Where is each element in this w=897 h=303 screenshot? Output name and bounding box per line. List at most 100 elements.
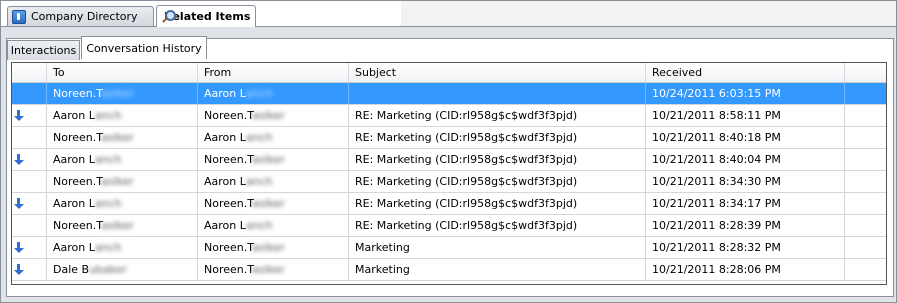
- subject-cell: RE: Marketing (CID:rl958g$c$wdf3f3pjd): [349, 193, 646, 214]
- to-cell: Dale Bubaker: [47, 259, 198, 280]
- tab-interactions[interactable]: Interactions: [7, 40, 80, 60]
- filler-cell: [845, 105, 886, 126]
- arrow-down-icon: [14, 154, 24, 166]
- to-cell: Aaron Lanch: [47, 237, 198, 258]
- table-row[interactable]: Aaron Lanch Noreen.Taslker Marketing 10/21/…: [12, 237, 886, 259]
- table-row[interactable]: Dale Bubaker Noreen.Taslker Marketing 10/21…: [12, 259, 886, 281]
- table-row[interactable]: Aaron Lanch Noreen.Taslker RE: Marketing (…: [12, 149, 886, 171]
- tab-related-items[interactable]: Related Items: [156, 5, 256, 27]
- to-cell-text: Noreen.T: [53, 219, 102, 232]
- to-cell: Noreen.Taslker: [47, 83, 198, 104]
- to-cell-text: Aaron L: [53, 109, 95, 122]
- tab-company-directory[interactable]: Company Directory: [7, 6, 154, 26]
- from-cell-text: Noreen.T: [204, 241, 253, 254]
- arrow-down-icon: [14, 198, 24, 210]
- subject-cell: RE: Marketing (CID:rl958g$c$wdf3f3pjd): [349, 105, 646, 126]
- to-cell: Aaron Lanch: [47, 193, 198, 214]
- tab-conversation-history-label: Conversation History: [86, 41, 202, 55]
- to-cell: Noreen.Taslker: [47, 215, 198, 236]
- subject-cell: RE: Marketing (CID:rl958g$c$wdf3f3pjd): [349, 149, 646, 170]
- from-cell-redacted: anch: [245, 131, 273, 144]
- tab-conversation-history[interactable]: Conversation History: [81, 36, 207, 59]
- to-cell-text: Aaron L: [53, 197, 95, 210]
- from-cell: Aaron Lanch: [198, 171, 349, 192]
- subject-cell: RE: Marketing (CID:rl958g$c$wdf3f3pjd): [349, 215, 646, 236]
- from-cell: Noreen.Taslker: [198, 105, 349, 126]
- to-cell-redacted: aslker: [101, 219, 134, 232]
- table-row[interactable]: Noreen.Taslker Aaron Lanch 10/24/2011 6:03…: [12, 83, 886, 105]
- filler-cell: [845, 171, 886, 192]
- filler-cell: [845, 127, 886, 148]
- from-cell-redacted: aslker: [252, 263, 285, 276]
- conversation-grid: To From Subject Received Noreen.Taslker A…: [11, 62, 887, 285]
- column-header-from[interactable]: From: [198, 63, 349, 82]
- from-cell-redacted: aslker: [252, 241, 285, 254]
- to-cell-text: Dale B: [53, 263, 90, 276]
- to-cell-text: Noreen.T: [53, 87, 102, 100]
- direction-cell: [12, 193, 47, 214]
- to-cell-redacted: aslker: [101, 131, 134, 144]
- from-cell: Noreen.Taslker: [198, 193, 349, 214]
- table-row[interactable]: Aaron Lanch Noreen.Taslker RE: Marketing (…: [12, 193, 886, 215]
- from-cell-redacted: aslker: [252, 197, 285, 210]
- to-cell: Noreen.Taslker: [47, 171, 198, 192]
- received-cell: 10/21/2011 8:58:11 PM: [646, 105, 845, 126]
- filler-cell: [845, 237, 886, 258]
- subject-cell: RE: Marketing (CID:rl958g$c$wdf3f3pjd): [349, 127, 646, 148]
- from-cell: Noreen.Taslker: [198, 259, 349, 280]
- subject-cell: [349, 83, 646, 104]
- from-cell: Aaron Lanch: [198, 83, 349, 104]
- window-frame: Company Directory Related Items Interact…: [0, 0, 897, 303]
- filler-cell: [845, 149, 886, 170]
- from-cell-text: Aaron L: [204, 219, 246, 232]
- to-cell-redacted: anch: [94, 241, 122, 254]
- column-header-filler: [845, 63, 886, 82]
- from-cell-text: Aaron L: [204, 175, 246, 188]
- tab-company-directory-label: Company Directory: [31, 10, 138, 23]
- from-cell-text: Noreen.T: [204, 197, 253, 210]
- subject-cell: Marketing: [349, 237, 646, 258]
- from-cell: Noreen.Taslker: [198, 149, 349, 170]
- to-cell: Noreen.Taslker: [47, 127, 198, 148]
- received-cell: 10/21/2011 8:28:06 PM: [646, 259, 845, 280]
- subject-cell: Marketing: [349, 259, 646, 280]
- from-cell-redacted: anch: [245, 219, 273, 232]
- from-cell-redacted: aslker: [252, 109, 285, 122]
- table-row[interactable]: Noreen.Taslker Aaron Lanch RE: Marketing (…: [12, 215, 886, 237]
- tab-strip-fill: [401, 1, 896, 26]
- to-cell-redacted: ubaker: [89, 263, 128, 276]
- direction-cell: [12, 83, 47, 104]
- from-cell-text: Noreen.T: [204, 153, 253, 166]
- to-cell-redacted: anch: [94, 197, 122, 210]
- column-header-to[interactable]: To: [47, 63, 198, 82]
- to-cell-redacted: anch: [94, 153, 122, 166]
- table-row[interactable]: Aaron Lanch Noreen.Taslker RE: Marketing (…: [12, 105, 886, 127]
- received-cell: 10/21/2011 8:40:18 PM: [646, 127, 845, 148]
- to-cell-redacted: anch: [94, 109, 122, 122]
- from-cell: Noreen.Taslker: [198, 237, 349, 258]
- received-cell: 10/21/2011 8:28:39 PM: [646, 215, 845, 236]
- direction-cell: [12, 215, 47, 236]
- from-cell-text: Noreen.T: [204, 109, 253, 122]
- filler-cell: [845, 215, 886, 236]
- table-row[interactable]: Noreen.Taslker Aaron Lanch RE: Marketing (…: [12, 171, 886, 193]
- to-cell-text: Aaron L: [53, 153, 95, 166]
- column-header-received[interactable]: Received: [646, 63, 845, 82]
- filler-cell: [845, 193, 886, 214]
- received-cell: 10/21/2011 8:28:32 PM: [646, 237, 845, 258]
- from-cell-redacted: anch: [245, 87, 273, 100]
- received-cell: 10/21/2011 8:34:17 PM: [646, 193, 845, 214]
- from-cell-text: Aaron L: [204, 87, 246, 100]
- direction-cell: [12, 127, 47, 148]
- arrow-down-icon: [14, 242, 24, 254]
- column-header-direction[interactable]: [12, 63, 47, 82]
- tab-related-items-label: Related Items: [164, 10, 251, 23]
- to-cell-redacted: aslker: [101, 87, 134, 100]
- table-row[interactable]: Noreen.Taslker Aaron Lanch RE: Marketing (…: [12, 127, 886, 149]
- tab-interactions-label: Interactions: [10, 44, 77, 57]
- column-header-subject[interactable]: Subject: [349, 63, 646, 82]
- from-cell-redacted: aslker: [252, 153, 285, 166]
- direction-cell: [12, 105, 47, 126]
- from-cell: Aaron Lanch: [198, 215, 349, 236]
- to-cell: Aaron Lanch: [47, 105, 198, 126]
